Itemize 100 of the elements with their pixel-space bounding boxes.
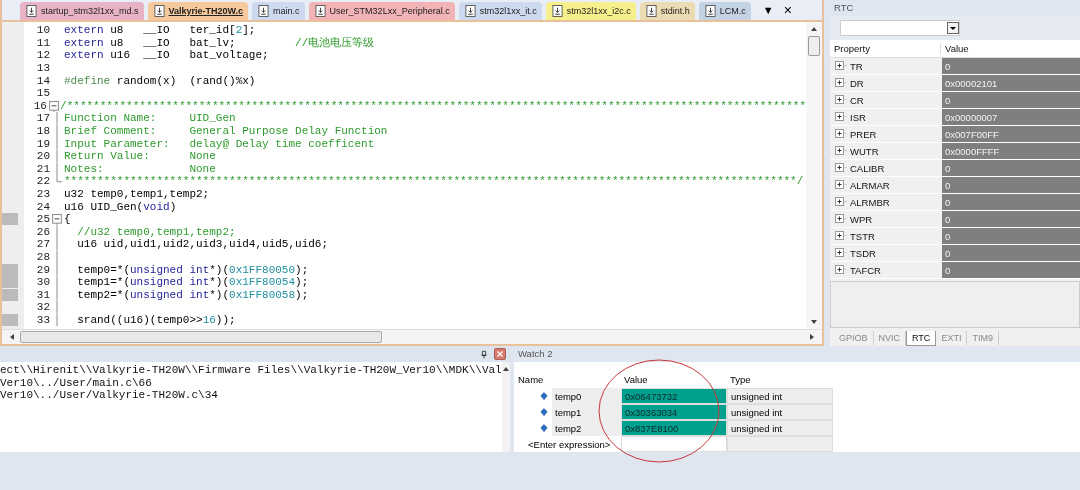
line-number: 13 (35, 62, 50, 75)
panel-title: Watch 2 (517, 347, 554, 361)
file-icon (258, 5, 270, 17)
line-number: 25 (35, 213, 50, 226)
line-number: 29 (35, 263, 50, 276)
register-name: WPR (849, 213, 874, 225)
code-line: Brief Comment: General Purpose Delay Function (64, 125, 388, 138)
scroll-down-icon[interactable] (810, 318, 818, 326)
line-number: 12 (35, 49, 50, 62)
code-line: extern u8 __IO ter_id[2]; (64, 24, 256, 37)
variable-name: temp2 (552, 420, 621, 436)
register-value: 0 (942, 262, 1080, 278)
line-number: 11 (35, 36, 50, 49)
variable-value: 0x06473732 (621, 388, 727, 404)
file-tab[interactable]: stm32l1xx_it.c (458, 2, 542, 20)
scroll-thumb[interactable] (20, 331, 382, 343)
code-line: ***************************************************************************************************************/ (64, 175, 804, 188)
line-number: 15 (35, 87, 50, 100)
register-value: 0 (942, 58, 1080, 74)
register-name: CALIBR (849, 162, 886, 174)
file-icon (551, 5, 563, 17)
variable-value: 0x837E8100 (621, 420, 727, 436)
register-value: 0 (942, 177, 1080, 193)
line-number: 16 (32, 99, 47, 112)
register-value: 0 (942, 211, 1080, 227)
code-line: Input Parameter: delay@ Delay time coefficent (64, 137, 375, 150)
dropdown[interactable] (840, 20, 960, 36)
line-number: 30 (35, 276, 50, 289)
pin-icon[interactable] (480, 349, 488, 359)
column-header[interactable]: Value (940, 43, 969, 54)
code-line: /**************************************************************************************************************** (60, 99, 806, 112)
line-number: 17 (35, 112, 50, 125)
register-value: 0x00000007 (942, 109, 1080, 125)
code-line: extern u16 __IO bat_voltage; (64, 49, 269, 62)
variable-name: temp0 (552, 388, 621, 404)
register-value: 0 (942, 194, 1080, 210)
register-value: 0x007F00FF (942, 126, 1080, 142)
line-number: 31 (35, 288, 50, 301)
line-number: 14 (35, 74, 50, 87)
file-tab[interactable]: stm32l1xx_i2c.c (545, 2, 636, 20)
file-tab[interactable]: main.c (252, 2, 305, 20)
file-tab[interactable]: LCM.c (698, 2, 751, 20)
variable-type: unsigned int (727, 388, 833, 404)
code-line: srand((u16)(temp0>>16)); (76, 313, 236, 326)
line-number: 28 (35, 251, 50, 263)
code-line: temp2=*(unsigned int*)(0x1FF80058); (76, 288, 309, 301)
register-value: 0 (942, 92, 1080, 108)
column-header[interactable]: Value (621, 370, 727, 388)
column-header[interactable]: Name (518, 370, 621, 388)
register-name: DR (849, 77, 865, 89)
register-name: TSTR (849, 230, 876, 242)
register-name: ISR (849, 111, 867, 123)
file-tab[interactable]: Valkyrie-TH20W.c (147, 2, 249, 20)
tab-menu-icon[interactable]: ▼ (762, 4, 774, 16)
scroll-left-icon[interactable] (8, 333, 16, 341)
code-line: u16 UID_Gen(void) (64, 200, 177, 213)
vertical-scrollbar[interactable] (501, 362, 510, 452)
collapse-icon[interactable] (47, 99, 60, 113)
scroll-up-icon[interactable] (501, 365, 510, 373)
line-number: 26 (35, 225, 50, 238)
code-line: extern u8 __IO bat_lv; //电池电压等级 (64, 36, 375, 50)
file-icon (153, 5, 165, 17)
register-value: 0x0000FFFF (942, 143, 1080, 159)
close-icon[interactable]: × (783, 2, 792, 18)
column-header[interactable]: Type (727, 370, 833, 388)
scroll-thumb[interactable] (808, 36, 820, 56)
scroll-up-icon[interactable] (810, 25, 818, 33)
code-line: Function Name: UID_Gen (64, 112, 236, 125)
close-icon[interactable] (494, 348, 506, 360)
file-icon (704, 5, 716, 17)
column-header[interactable]: Property (830, 43, 940, 54)
line-number: 24 (35, 200, 50, 213)
code-line: Return Value: None (64, 150, 216, 163)
file-icon (645, 5, 657, 17)
code-line: //u32 temp0,temp1,temp2; (76, 225, 236, 238)
file-icon (26, 5, 37, 17)
vertical-scrollbar[interactable] (806, 22, 822, 329)
collapse-icon[interactable] (51, 212, 63, 226)
horizontal-scrollbar[interactable] (2, 329, 822, 344)
scroll-right-icon[interactable] (808, 333, 816, 341)
expression-field[interactable]: <Enter expression> (518, 436, 621, 452)
file-tab[interactable]: stdint.h (639, 2, 695, 20)
code-line: u16 uid,uid1,uid2,uid3,uid4,uid5,uid6; (76, 238, 329, 251)
output-line: Ver10\../User/Valkyrie-TH20W.c\34 (0, 389, 219, 402)
variable-value: 0x30363034 (621, 404, 727, 420)
peripheral-tab[interactable]: RTC (906, 330, 937, 346)
line-number: 21 (35, 162, 50, 175)
file-tab[interactable]: startup_stm32l1xx_md.s (20, 2, 144, 20)
line-number: 27 (35, 238, 50, 251)
register-name: PRER (849, 128, 878, 140)
line-number: 32 (35, 301, 50, 314)
line-number: 18 (35, 125, 50, 138)
variable-type: unsigned int (727, 420, 833, 436)
file-tab[interactable]: User_STM32Lxx_Peripheral.c (308, 2, 455, 20)
line-number: 10 (35, 24, 50, 37)
register-name: CR (849, 94, 865, 106)
code-line: #define random(x) (rand()%x) (64, 74, 256, 87)
line-number: 22 (35, 175, 50, 188)
output-line: Ver10\../User/main.c\66 (0, 376, 153, 389)
code-line: u32 temp0,temp1,temp2; (64, 188, 210, 200)
